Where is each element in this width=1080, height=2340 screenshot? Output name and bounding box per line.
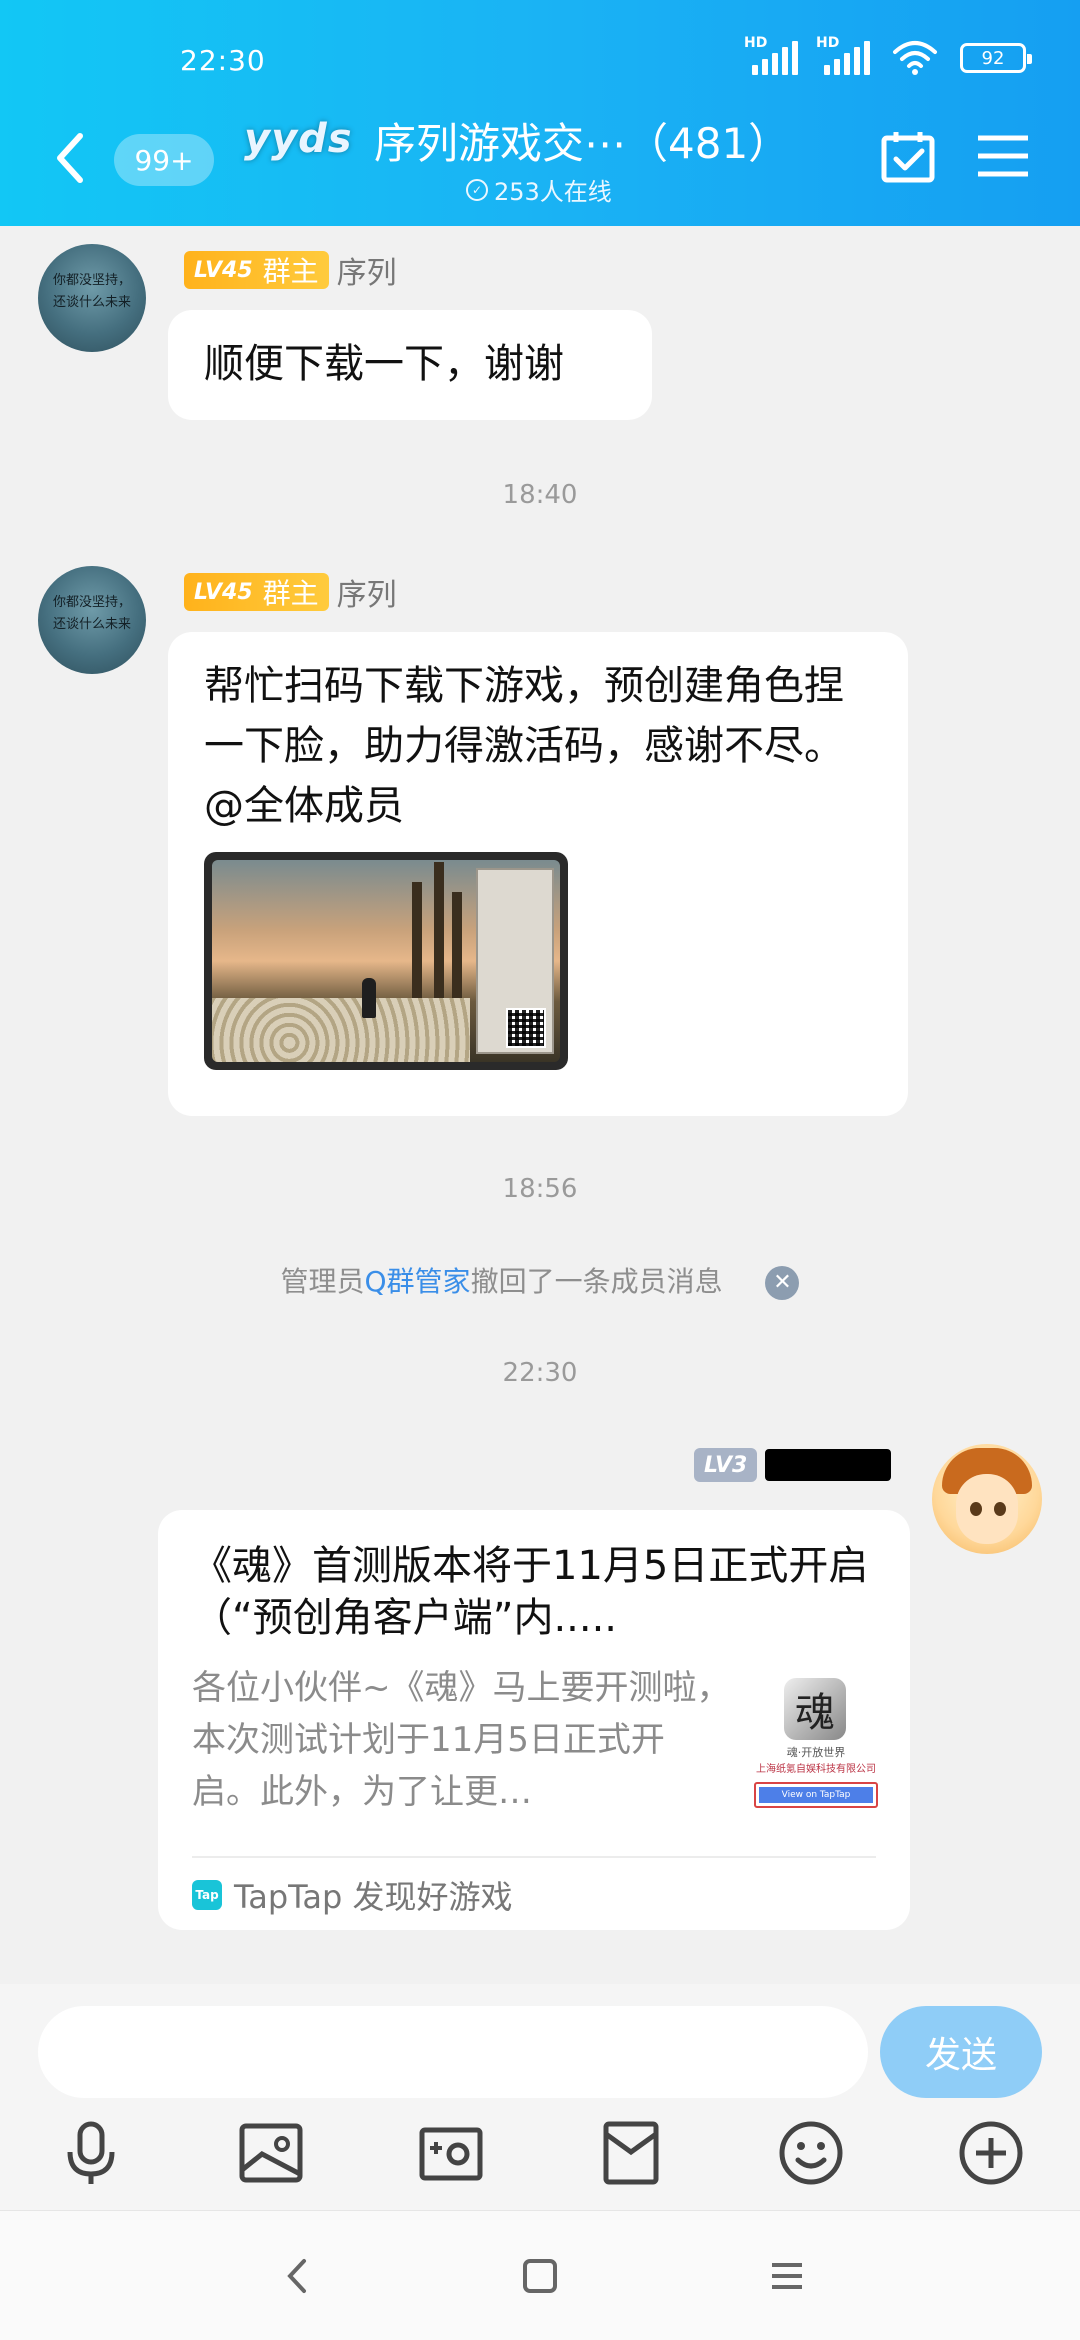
card-thumbnail: 魂 魂·开放世界 上海纸氪自娱科技有限公司 View on TapTap — [746, 1672, 886, 1822]
nav-home-icon[interactable] — [513, 2249, 567, 2303]
sender-row: LV45 群主 序列 — [184, 570, 397, 614]
calendar-check-icon[interactable] — [880, 128, 936, 184]
nav-back-icon[interactable] — [270, 2249, 324, 2303]
recall-notice: 管理员Q群管家撤回了一条成员消息 ✕ — [0, 1260, 1080, 1300]
card-divider — [192, 1856, 876, 1858]
signal-icon: HD — [816, 35, 870, 75]
card-title: 《魂》首测版本将于11月5日正式开启（“预创角客户端”内..... — [192, 1543, 869, 1641]
link-card[interactable]: 《魂》首测版本将于11月5日正式开启（“预创角客户端”内..... 各位小伙伴~… — [158, 1510, 910, 1930]
microphone-icon[interactable] — [56, 2118, 126, 2188]
group-title[interactable]: 序列游戏交⋯（481） — [374, 110, 790, 171]
timestamp: 18:56 — [502, 1174, 578, 1204]
sender-avatar[interactable]: 你都没坚持， 还谈什么未来 — [38, 566, 146, 674]
message-input[interactable] — [38, 2006, 868, 2098]
wifi-icon — [893, 41, 937, 75]
game-qr-image[interactable] — [204, 852, 568, 1070]
status-icons: HD HD 92 — [744, 35, 1032, 76]
emoji-icon[interactable] — [776, 2118, 846, 2188]
timestamp: 22:30 — [502, 1358, 578, 1388]
message-text: 帮忙扫码下载下游戏，预创建角色捏一下脸，助力得激活码，感谢不尽。@全体成员 — [204, 663, 844, 829]
signal-icon: HD — [744, 35, 798, 75]
input-toolbar — [0, 2118, 1080, 2198]
message-bubble[interactable]: 顺便下载一下，谢谢 — [168, 310, 652, 420]
red-packet-icon[interactable] — [596, 2118, 666, 2188]
status-time: 22:30 — [180, 44, 266, 77]
admin-link[interactable]: Q群管家 — [365, 1265, 471, 1298]
sender-name[interactable]: 序列 — [337, 570, 397, 614]
send-button[interactable]: 发送 — [880, 2006, 1042, 2098]
image-icon[interactable] — [236, 2118, 306, 2188]
unread-count-badge[interactable]: 99+ — [114, 134, 214, 186]
level-badge: LV3 — [694, 1448, 758, 1482]
sender-name[interactable]: 序列 — [337, 248, 397, 292]
input-area: 发送 — [0, 1984, 1080, 2210]
menu-icon[interactable] — [976, 132, 1030, 180]
online-check-icon: ✓ — [466, 178, 488, 201]
qr-code-icon — [506, 1008, 546, 1048]
group-logo: yyds — [244, 116, 353, 162]
system-nav-bar — [0, 2210, 1080, 2340]
my-avatar[interactable] — [932, 1444, 1042, 1554]
level-badge: LV45 群主 — [184, 573, 329, 611]
level-badge: LV45 群主 — [184, 251, 329, 289]
camera-icon[interactable] — [416, 2118, 486, 2188]
dismiss-icon[interactable]: ✕ — [765, 1266, 800, 1300]
online-count: ✓ 253人在线 — [466, 172, 612, 207]
nav-recents-icon[interactable] — [760, 2249, 814, 2303]
battery-icon: 92 — [960, 43, 1032, 73]
back-arrow-icon[interactable] — [50, 128, 90, 188]
plus-icon[interactable] — [956, 2118, 1026, 2188]
chat-header: 22:30 HD HD 92 99+ yyds 序列游戏交⋯（481） ✓ 25… — [0, 0, 1080, 226]
my-sender-row: LV3 — [694, 1448, 892, 1482]
card-description: 各位小伙伴~《魂》马上要开测啦，本次测试计划于11月5日正式开启。此外，为了让更… — [192, 1668, 731, 1812]
message-text: 顺便下载一下，谢谢 — [204, 341, 564, 387]
sender-row: LV45 群主 序列 — [184, 248, 397, 292]
card-source: Tap TapTap 发现好游戏 — [192, 1872, 513, 1918]
timestamp: 18:40 — [502, 480, 578, 510]
redacted-name — [765, 1449, 892, 1481]
sender-avatar[interactable]: 你都没坚持， 还谈什么未来 — [38, 244, 146, 352]
taptap-icon: Tap — [192, 1880, 222, 1910]
game-app-icon: 魂 — [784, 1678, 846, 1740]
